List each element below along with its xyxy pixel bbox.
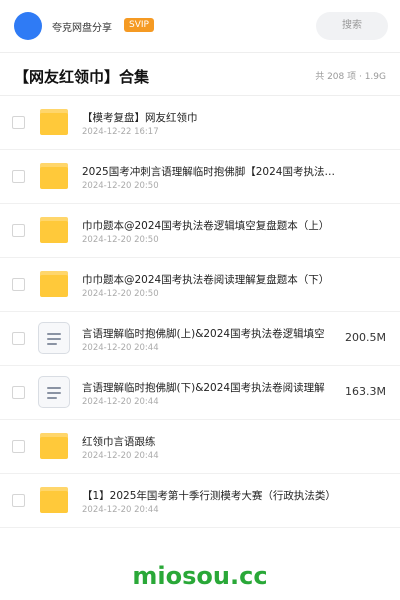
file-row[interactable]: 巾巾题本@2024国考执法卷逻辑填空复盘题本（上） 2024-12-20 20:5… — [0, 204, 400, 258]
select-checkbox[interactable] — [12, 494, 25, 507]
select-checkbox[interactable] — [12, 116, 25, 129]
folder-icon — [40, 217, 68, 243]
file-date: 2024-12-20 20:50 — [82, 235, 159, 245]
file-date: 2024-12-20 20:44 — [82, 505, 159, 515]
avatar[interactable] — [14, 12, 42, 40]
title-bar: 【网友红领巾】合集 共 208 项 · 1.9G — [0, 54, 400, 94]
folder-icon — [40, 109, 68, 135]
file-date: 2024-12-20 20:44 — [82, 343, 159, 353]
header: 夸克网盘分享 SVIP 搜索 — [0, 0, 400, 52]
item-count-summary: 共 208 项 · 1.9G — [315, 72, 386, 82]
file-row[interactable]: 红领巾言语跟练 2024-12-20 20:44 — [0, 420, 400, 474]
share-name: 夸克网盘分享 — [52, 23, 112, 34]
file-name[interactable]: 巾巾题本@2024国考执法卷阅读理解复盘题本（下） — [82, 272, 344, 287]
select-checkbox[interactable] — [12, 386, 25, 399]
file-row[interactable]: 言语理解临时抱佛脚(上)&2024国考执法卷逻辑填空 2024-12-20 20:… — [0, 312, 400, 366]
file-row[interactable]: 2025国考冲刺言语理解临时抱佛脚【2024国考执法卷】 2024-12-20 2… — [0, 150, 400, 204]
file-row[interactable]: 【1】2025年国考第十季行测模考大赛（行政执法类） 2024-12-20 20:… — [0, 474, 400, 528]
document-icon — [38, 376, 70, 408]
select-checkbox[interactable] — [12, 278, 25, 291]
document-icon — [38, 322, 70, 354]
page-title: 【网友红领巾】合集 — [14, 68, 150, 86]
file-row[interactable]: 言语理解临时抱佛脚(下)&2024国考执法卷阅读理解 2024-12-20 20:… — [0, 366, 400, 420]
folder-icon — [40, 271, 68, 297]
folder-icon — [40, 433, 68, 459]
select-checkbox[interactable] — [12, 440, 25, 453]
file-date: 2024-12-22 16:17 — [82, 127, 159, 137]
file-date: 2024-12-20 20:44 — [82, 451, 159, 461]
file-name[interactable]: 言语理解临时抱佛脚(下)&2024国考执法卷阅读理解 — [82, 380, 332, 395]
file-name[interactable]: 【1】2025年国考第十季行测模考大赛（行政执法类） — [82, 488, 344, 503]
search-button[interactable]: 搜索 — [316, 12, 388, 40]
watermark: miosou.cc — [132, 562, 268, 590]
file-size: 200.5M — [345, 331, 386, 344]
select-checkbox[interactable] — [12, 332, 25, 345]
file-date: 2024-12-20 20:50 — [82, 181, 159, 191]
file-size: 163.3M — [345, 385, 386, 398]
folder-icon — [40, 163, 68, 189]
file-row[interactable]: 【模考复盘】网友红领巾 2024-12-22 16:17 — [0, 96, 400, 150]
select-checkbox[interactable] — [12, 170, 25, 183]
header-divider — [0, 52, 400, 53]
file-date: 2024-12-20 20:50 — [82, 289, 159, 299]
file-name[interactable]: 【模考复盘】网友红领巾 — [82, 110, 344, 125]
file-name[interactable]: 2025国考冲刺言语理解临时抱佛脚【2024国考执法卷】 — [82, 164, 344, 179]
file-name[interactable]: 言语理解临时抱佛脚(上)&2024国考执法卷逻辑填空 — [82, 326, 332, 341]
folder-icon — [40, 487, 68, 513]
file-name[interactable]: 巾巾题本@2024国考执法卷逻辑填空复盘题本（上） — [82, 218, 344, 233]
svip-badge: SVIP — [124, 18, 154, 32]
file-date: 2024-12-20 20:44 — [82, 397, 159, 407]
select-checkbox[interactable] — [12, 224, 25, 237]
file-list: 【模考复盘】网友红领巾 2024-12-22 16:17 2025国考冲刺言语理解临… — [0, 96, 400, 528]
file-name[interactable]: 红领巾言语跟练 — [82, 434, 344, 449]
file-row[interactable]: 巾巾题本@2024国考执法卷阅读理解复盘题本（下） 2024-12-20 20:5… — [0, 258, 400, 312]
